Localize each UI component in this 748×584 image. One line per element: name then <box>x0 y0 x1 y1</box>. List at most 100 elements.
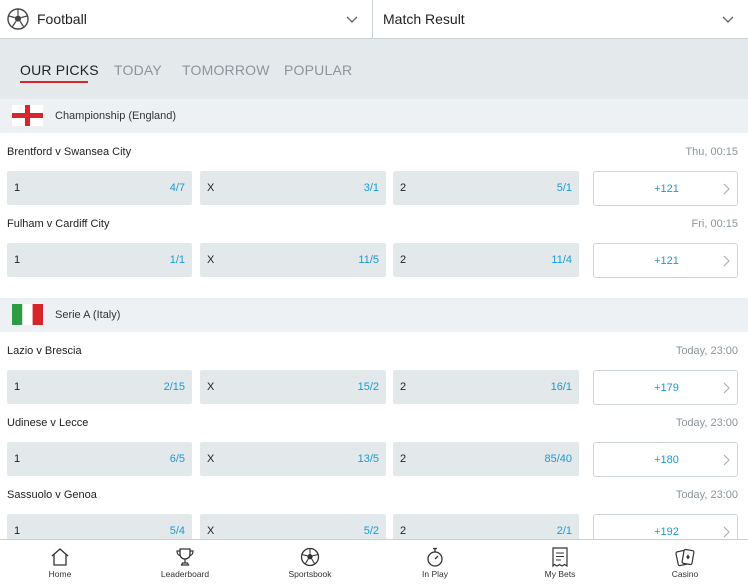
sport-selector[interactable]: Football <box>0 0 373 38</box>
selection-label: 2 <box>400 254 407 266</box>
match-time: Today, 23:00 <box>675 345 738 357</box>
odds-price: 2/1 <box>556 525 572 537</box>
selection-label: X <box>207 254 215 266</box>
nav-label: Home <box>48 569 72 579</box>
match-title[interactable]: Sassuolo v Genoa <box>7 489 97 501</box>
stopwatch-icon <box>427 547 443 567</box>
sport-selector-label: Football <box>37 11 87 27</box>
chevron-right-icon <box>723 183 730 195</box>
match-title[interactable]: Udinese v Lecce <box>7 417 88 429</box>
match-time: Thu, 00:15 <box>685 146 738 158</box>
match-time: Fri, 00:15 <box>691 218 738 230</box>
more-markets-button[interactable]: +179 <box>593 370 738 405</box>
selection-label: 2 <box>400 525 407 537</box>
odds-button-away[interactable]: 2 5/1 <box>393 171 579 205</box>
cards-icon <box>675 548 695 567</box>
odds-price: 16/1 <box>550 381 572 393</box>
more-markets-button[interactable]: +121 <box>593 243 738 278</box>
odds-button-home[interactable]: 1 4/7 <box>7 171 192 205</box>
match-title[interactable]: Brentford v Swansea City <box>7 146 131 158</box>
league-header-championship: Championship (England) <box>0 99 748 133</box>
tab-today[interactable]: TODAY <box>114 62 162 78</box>
odds-price: 15/2 <box>357 381 379 393</box>
league-name: Serie A (Italy) <box>55 309 121 321</box>
league-header-serie-a: Serie A (Italy) <box>0 298 748 332</box>
selection-label: 1 <box>14 453 21 465</box>
match-time: Today, 23:00 <box>675 489 738 501</box>
odds-button-home[interactable]: 1 1/1 <box>7 243 192 277</box>
bottom-navigation: Home Leaderboard Sportsbook In Play My B… <box>0 539 748 584</box>
odds-price: 5/4 <box>169 525 185 537</box>
top-selector-bar: Football Match Result <box>0 0 748 39</box>
nav-label: Leaderboard <box>160 569 210 579</box>
selection-label: 1 <box>14 381 21 393</box>
selection-label: X <box>207 381 215 393</box>
tab-our-picks[interactable]: OUR PICKS <box>20 62 99 78</box>
tab-popular[interactable]: POPULAR <box>284 62 352 78</box>
match-title[interactable]: Lazio v Brescia <box>7 345 82 357</box>
chevron-down-icon <box>722 16 734 23</box>
chevron-right-icon <box>723 255 730 267</box>
odds-price: 85/40 <box>544 453 572 465</box>
odds-button-away[interactable]: 2 85/40 <box>393 442 579 476</box>
selection-label: X <box>207 182 215 194</box>
match-time: Today, 23:00 <box>675 417 738 429</box>
odds-button-draw[interactable]: X 13/5 <box>200 442 386 476</box>
chevron-right-icon <box>723 382 730 394</box>
more-markets-count: +179 <box>654 382 679 394</box>
more-markets-count: +121 <box>654 183 679 195</box>
italy-flag-icon <box>12 304 43 325</box>
nav-sportsbook[interactable]: Sportsbook <box>260 540 360 584</box>
football-icon <box>7 8 29 30</box>
selection-label: X <box>207 525 215 537</box>
odds-button-draw[interactable]: X 3/1 <box>200 171 386 205</box>
selection-label: 2 <box>400 453 407 465</box>
more-markets-count: +180 <box>654 454 679 466</box>
selection-label: 1 <box>14 254 21 266</box>
odds-price: 3/1 <box>363 182 379 194</box>
nav-leaderboard[interactable]: Leaderboard <box>135 540 235 584</box>
nav-label: Casino <box>671 569 699 579</box>
odds-button-draw[interactable]: X 11/5 <box>200 243 386 277</box>
selection-label: 2 <box>400 182 407 194</box>
odds-price: 6/5 <box>169 453 185 465</box>
nav-casino[interactable]: Casino <box>635 540 735 584</box>
tab-bar: OUR PICKS TODAY TOMORROW POPULAR <box>0 39 748 99</box>
chevron-right-icon <box>723 526 730 538</box>
odds-button-home[interactable]: 1 6/5 <box>7 442 192 476</box>
odds-price: 1/1 <box>169 254 185 266</box>
odds-price: 11/5 <box>358 254 379 266</box>
selection-label: X <box>207 453 215 465</box>
odds-price: 13/5 <box>357 453 379 465</box>
match-title[interactable]: Fulham v Cardiff City <box>7 218 110 230</box>
odds-price: 4/7 <box>169 182 185 194</box>
home-icon <box>51 548 69 566</box>
chevron-down-icon <box>346 16 358 23</box>
odds-button-away[interactable]: 2 16/1 <box>393 370 579 404</box>
nav-label: Sportsbook <box>288 569 332 579</box>
nav-in-play[interactable]: In Play <box>385 540 485 584</box>
more-markets-count: +121 <box>654 255 679 267</box>
tab-tomorrow[interactable]: TOMORROW <box>182 62 270 78</box>
england-flag-icon <box>12 105 43 126</box>
trophy-icon <box>176 548 194 566</box>
more-markets-button[interactable]: +121 <box>593 171 738 206</box>
nav-my-bets[interactable]: My Bets <box>510 540 610 584</box>
odds-button-away[interactable]: 2 11/4 <box>393 243 579 277</box>
nav-label: My Bets <box>544 569 576 579</box>
market-selector[interactable]: Match Result <box>373 0 748 38</box>
betslip-icon <box>552 547 568 568</box>
league-name: Championship (England) <box>55 110 177 122</box>
selection-label: 2 <box>400 381 407 393</box>
nav-label: In Play <box>422 569 448 579</box>
football-icon <box>300 547 320 567</box>
nav-home[interactable]: Home <box>10 540 110 584</box>
selection-label: 1 <box>14 182 21 194</box>
more-markets-button[interactable]: +180 <box>593 442 738 477</box>
odds-button-draw[interactable]: X 15/2 <box>200 370 386 404</box>
selection-label: 1 <box>14 525 21 537</box>
odds-price: 5/2 <box>363 525 379 537</box>
chevron-right-icon <box>723 454 730 466</box>
active-tab-indicator <box>20 81 88 83</box>
odds-button-home[interactable]: 1 2/15 <box>7 370 192 404</box>
